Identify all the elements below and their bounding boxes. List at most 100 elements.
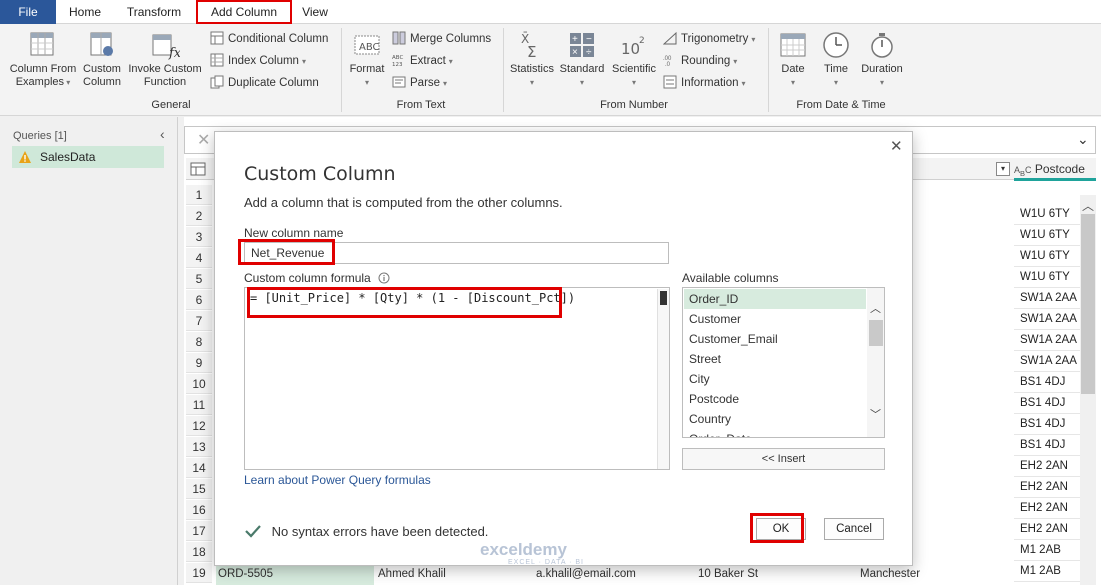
- available-column-item[interactable]: City: [684, 369, 866, 389]
- ribbon-tab-bar: File Home Transform Add Column View: [0, 0, 1101, 24]
- formula-label-text: Custom column formula: [244, 271, 371, 285]
- available-column-item[interactable]: Country: [684, 409, 866, 429]
- duplicate-column-icon: [210, 75, 224, 89]
- index-column-button[interactable]: Index Column ▾: [210, 51, 306, 71]
- insert-button[interactable]: << Insert: [682, 448, 885, 470]
- format-button[interactable]: ABC Format ▾: [346, 30, 388, 89]
- tab-view[interactable]: View: [296, 0, 334, 24]
- conditional-column-button[interactable]: Conditional Column: [210, 29, 328, 49]
- tab-transform[interactable]: Transform: [118, 0, 190, 24]
- formula-scroll-thumb[interactable]: [660, 291, 667, 305]
- invoke-custom-function-button[interactable]: fx Invoke Custom Function: [126, 30, 204, 89]
- learn-formulas-link[interactable]: Learn about Power Query formulas: [244, 473, 431, 487]
- postcode-cell[interactable]: EH2 2AN: [1014, 498, 1080, 519]
- collapse-panel-icon[interactable]: ‹: [160, 126, 165, 142]
- tab-home[interactable]: Home: [62, 0, 108, 24]
- row-number[interactable]: 17: [186, 521, 212, 541]
- trigonometry-label: Trigonometry: [681, 33, 749, 45]
- available-column-item[interactable]: Postcode: [684, 389, 866, 409]
- available-columns-scrollbar[interactable]: ︿ ﹀: [867, 288, 884, 437]
- chevron-down-icon[interactable]: ﹀: [870, 406, 881, 422]
- scientific-icon: 102: [621, 36, 645, 58]
- cancel-button[interactable]: Cancel: [824, 518, 884, 540]
- close-icon[interactable]: ✕: [890, 137, 903, 155]
- row-number[interactable]: 18: [186, 542, 212, 562]
- row-number[interactable]: 12: [186, 416, 212, 436]
- formula-scrollbar[interactable]: [657, 289, 669, 469]
- info-icon[interactable]: [378, 272, 390, 284]
- available-columns-scroll-thumb[interactable]: [869, 320, 883, 346]
- grid-scroll-thumb[interactable]: [1081, 214, 1095, 394]
- column-filter-icon[interactable]: ▾: [996, 162, 1010, 176]
- row-number[interactable]: 7: [186, 311, 212, 331]
- stopwatch-icon: [871, 33, 893, 58]
- available-column-item[interactable]: Order_ID: [684, 289, 866, 309]
- postcode-cell[interactable]: BS1 4DJ: [1014, 435, 1080, 456]
- checkmark-icon: [245, 525, 261, 538]
- text-type-icon: ABC: [1014, 165, 1032, 178]
- warning-icon: [19, 151, 31, 163]
- postcode-cell[interactable]: EH2 2AN: [1014, 456, 1080, 477]
- postcode-cell[interactable]: EH2 2AN: [1014, 519, 1080, 540]
- row-number[interactable]: 16: [186, 500, 212, 520]
- query-item-salesdata[interactable]: SalesData: [12, 146, 164, 168]
- row-number[interactable]: 8: [186, 332, 212, 352]
- available-column-item[interactable]: Customer: [684, 309, 866, 329]
- available-column-item[interactable]: Customer_Email: [684, 329, 866, 349]
- row-number[interactable]: 3: [186, 227, 212, 247]
- custom-column-button[interactable]: Custom Column: [80, 30, 124, 89]
- tab-file[interactable]: File: [0, 0, 56, 24]
- row-number[interactable]: 19: [186, 563, 212, 583]
- trigonometry-button[interactable]: Trigonometry ▾: [663, 29, 755, 49]
- row-number[interactable]: 2: [186, 206, 212, 226]
- postcode-cell[interactable]: BS1 4DJ: [1014, 393, 1080, 414]
- available-column-item[interactable]: Order_Date: [684, 429, 866, 437]
- statistics-button[interactable]: X̄ Σ Statistics ▾: [508, 30, 556, 89]
- scientific-button[interactable]: 10 2 Scientific ▾: [609, 30, 659, 89]
- row-number[interactable]: 13: [186, 437, 212, 457]
- postcode-cell[interactable]: EH2 2AN: [1014, 477, 1080, 498]
- row-number[interactable]: 9: [186, 353, 212, 373]
- extract-button[interactable]: ABC 123 Extract ▾: [392, 51, 453, 71]
- tab-add-column[interactable]: Add Column: [196, 0, 292, 24]
- postcode-cell[interactable]: W1U 6TY: [1014, 267, 1080, 288]
- row-number[interactable]: 6: [186, 290, 212, 310]
- standard-button[interactable]: + − × ÷ Standard ▾: [557, 30, 607, 89]
- group-separator: [503, 28, 504, 112]
- postcode-cell[interactable]: BS1 4DJ: [1014, 372, 1080, 393]
- parse-button[interactable]: Parse ▾: [392, 73, 447, 93]
- merge-columns-button[interactable]: Merge Columns: [392, 29, 491, 49]
- chevron-up-icon[interactable]: ︿: [870, 300, 881, 316]
- column-header-postcode[interactable]: ABC Postcode: [1014, 158, 1092, 180]
- row-number[interactable]: 4: [186, 248, 212, 268]
- table-menu-icon[interactable]: [190, 162, 208, 176]
- scroll-up-icon[interactable]: ︿: [1082, 197, 1094, 214]
- duration-button[interactable]: Duration ▾: [856, 30, 908, 89]
- row-number[interactable]: 15: [186, 479, 212, 499]
- postcode-cell[interactable]: M1 2AB: [1014, 540, 1080, 561]
- date-button[interactable]: Date ▾: [774, 30, 812, 89]
- row-number[interactable]: 10: [186, 374, 212, 394]
- duplicate-column-button[interactable]: Duplicate Column: [210, 73, 319, 93]
- postcode-cell[interactable]: W1U 6TY: [1014, 225, 1080, 246]
- postcode-cell[interactable]: W1U 6TY: [1014, 204, 1080, 225]
- column-from-examples-button[interactable]: Column From Examples ▾: [6, 30, 80, 89]
- information-button[interactable]: Information ▾: [663, 73, 746, 93]
- rounding-button[interactable]: .00.0 Rounding ▾: [663, 51, 737, 71]
- postcode-cell[interactable]: SW1A 2AA: [1014, 330, 1080, 351]
- postcode-cell[interactable]: SW1A 2AA: [1014, 309, 1080, 330]
- postcode-cell[interactable]: SW1A 2AA: [1014, 351, 1080, 372]
- cancel-formula-icon[interactable]: ✕: [197, 130, 210, 150]
- time-button[interactable]: Time ▾: [817, 30, 855, 89]
- available-columns-list[interactable]: Order_ID Customer Customer_Email Street City…: [682, 287, 885, 438]
- postcode-cell[interactable]: W1U 6TY: [1014, 246, 1080, 267]
- postcode-cell[interactable]: BS1 4DJ: [1014, 414, 1080, 435]
- svg-text:×: ×: [572, 47, 578, 58]
- row-number[interactable]: 14: [186, 458, 212, 478]
- row-number[interactable]: 5: [186, 269, 212, 289]
- available-column-item[interactable]: Street: [684, 349, 866, 369]
- postcode-cell[interactable]: SW1A 2AA: [1014, 288, 1080, 309]
- row-number[interactable]: 1: [186, 185, 212, 205]
- chevron-down-icon[interactable]: ⌄: [1077, 131, 1089, 148]
- row-number[interactable]: 11: [186, 395, 212, 415]
